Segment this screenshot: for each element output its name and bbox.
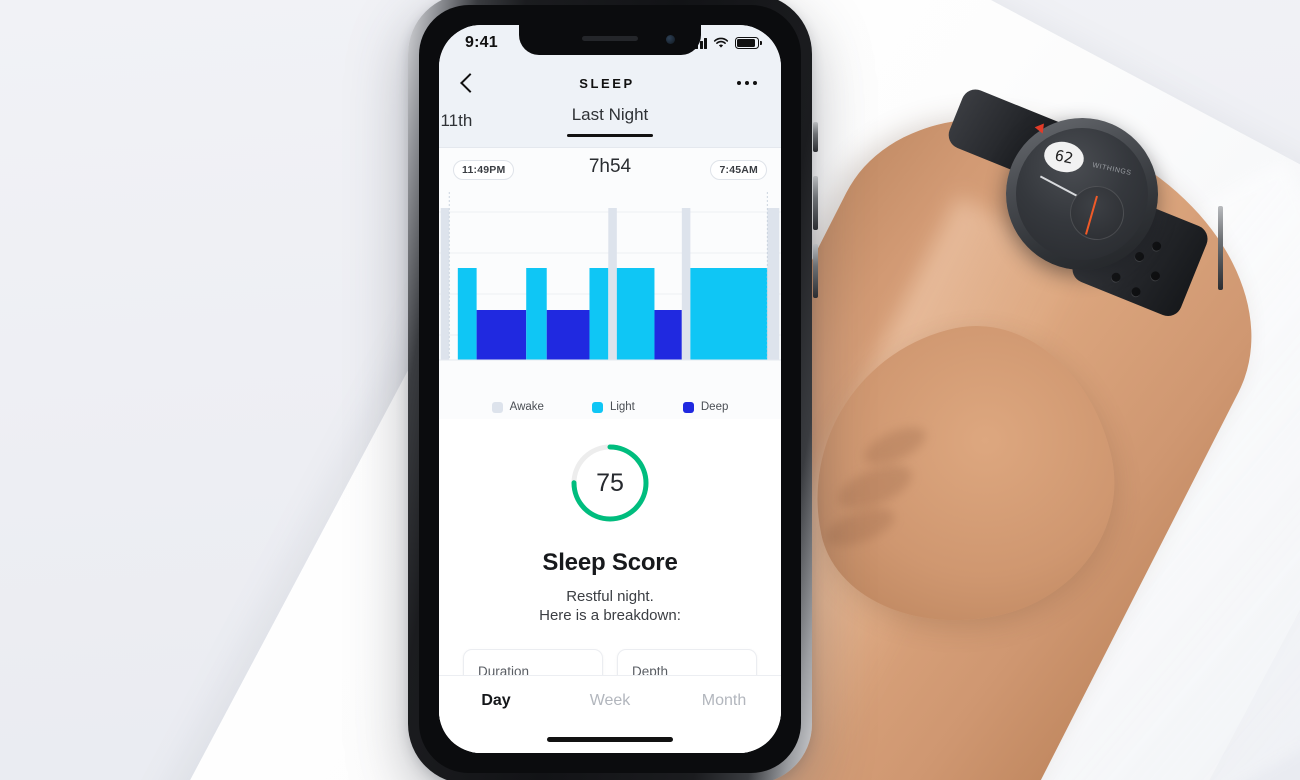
chart-segment-awake: [608, 208, 617, 360]
chart-segment-deep: [546, 310, 590, 360]
chart-segment-deep: [654, 310, 682, 360]
status-time: 9:41: [465, 34, 498, 51]
chart-bars: [440, 208, 780, 360]
home-indicator[interactable]: [547, 737, 673, 742]
back-button[interactable]: [460, 73, 480, 93]
sleep-stage-chart-svg: [439, 190, 781, 361]
header-row: SLEEP: [439, 61, 781, 105]
legend-swatch-awake: [491, 401, 503, 413]
battery-icon: [735, 37, 762, 49]
mute-switch[interactable]: [813, 122, 818, 152]
sleep-end-time: 7:45AM: [710, 160, 767, 180]
tab-active-underline: [567, 134, 653, 137]
more-options-button[interactable]: [737, 81, 757, 85]
tab-week[interactable]: Week: [553, 692, 667, 710]
earpiece-speaker-icon: [582, 36, 638, 41]
volume-down-button[interactable]: [813, 244, 818, 298]
chart-legend: Awake Light Deep: [439, 401, 781, 413]
sleep-duration-total: 7h54: [588, 156, 632, 177]
sleep-chart-card: 11:49PM 7h54 7:45AM Awake Light Deep: [439, 147, 781, 419]
sleep-score-value: 75: [596, 468, 624, 497]
phone-screen: 9:41 SLEEP 11th Last Night 11:49PM 7h54 …: [439, 25, 781, 753]
legend-swatch-deep: [682, 401, 694, 413]
legend-label-light: Light: [609, 401, 635, 413]
legend-swatch-light: [591, 401, 603, 413]
app-header: SLEEP t 11th Last Night: [439, 61, 781, 147]
sleep-score-subtitle: Restful night. Here is a breakdown:: [439, 587, 781, 625]
chart-segment-deep: [476, 310, 527, 360]
legend-label-deep: Deep: [700, 401, 729, 413]
legend-label-awake: Awake: [509, 401, 544, 413]
page-title: SLEEP: [579, 75, 635, 91]
previous-day-tab[interactable]: t 11th: [439, 111, 472, 131]
legend-item-deep: Deep: [682, 401, 729, 413]
tab-last-night-label: Last Night: [571, 105, 649, 124]
chart-segment-light: [457, 268, 477, 360]
phone-bezel: 9:41 SLEEP 11th Last Night 11:49PM 7h54 …: [419, 5, 801, 773]
front-camera-icon: [666, 35, 675, 44]
wifi-icon: [713, 37, 729, 48]
sleep-stage-chart[interactable]: [439, 190, 781, 378]
chart-header: 11:49PM 7h54 7:45AM: [439, 148, 781, 194]
tab-last-night[interactable]: Last Night: [567, 105, 653, 137]
phone-device: 9:41 SLEEP 11th Last Night 11:49PM 7h54 …: [408, 0, 1223, 780]
bottom-tab-bar: Day Week Month: [439, 675, 781, 753]
tab-day[interactable]: Day: [439, 692, 553, 710]
legend-item-light: Light: [591, 401, 635, 413]
chart-segment-awake: [681, 208, 691, 360]
sleep-score-title: Sleep Score: [542, 549, 678, 576]
chart-segment-light: [690, 268, 768, 360]
sleep-score-ring: 75: [568, 441, 652, 525]
date-tabs: t 11th Last Night: [439, 105, 781, 147]
chart-segment-light: [589, 268, 609, 360]
power-button[interactable]: [1218, 206, 1223, 290]
sleep-score-subtitle-line1: Restful night.: [566, 588, 654, 605]
legend-item-awake: Awake: [491, 401, 544, 413]
chart-segment-awake: [767, 208, 780, 360]
sleep-start-time: 11:49PM: [453, 160, 515, 180]
phone-notch: [519, 25, 701, 55]
tab-month[interactable]: Month: [667, 692, 781, 710]
chart-segment-light: [616, 268, 655, 360]
chart-segment-light: [526, 268, 547, 360]
sleep-score-subtitle-line2: Here is a breakdown:: [539, 607, 681, 625]
chart-segment-awake: [440, 208, 450, 360]
volume-up-button[interactable]: [813, 176, 818, 230]
status-indicators: [690, 37, 762, 49]
